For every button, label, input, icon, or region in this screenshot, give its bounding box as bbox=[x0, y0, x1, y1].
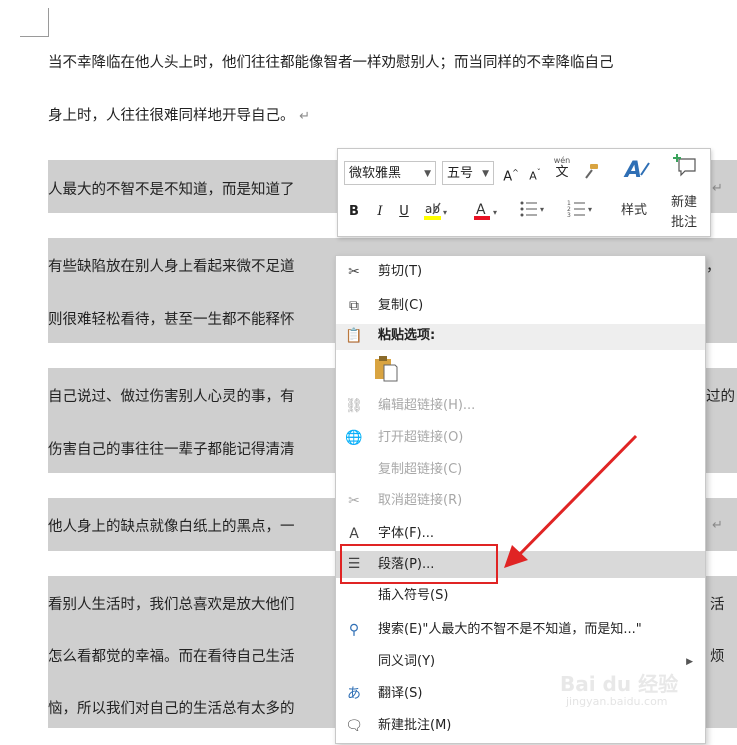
watermark-url: jingyan.baidu.com bbox=[566, 695, 668, 708]
document-page: 当不幸降临在他人头上时，他们往往都能像智者一样劝慰别人；而当同样的不幸降临自己 … bbox=[0, 0, 737, 745]
watermark-logo: Bai du 经验 bbox=[560, 672, 679, 696]
annotation-arrow-icon bbox=[504, 434, 638, 568]
